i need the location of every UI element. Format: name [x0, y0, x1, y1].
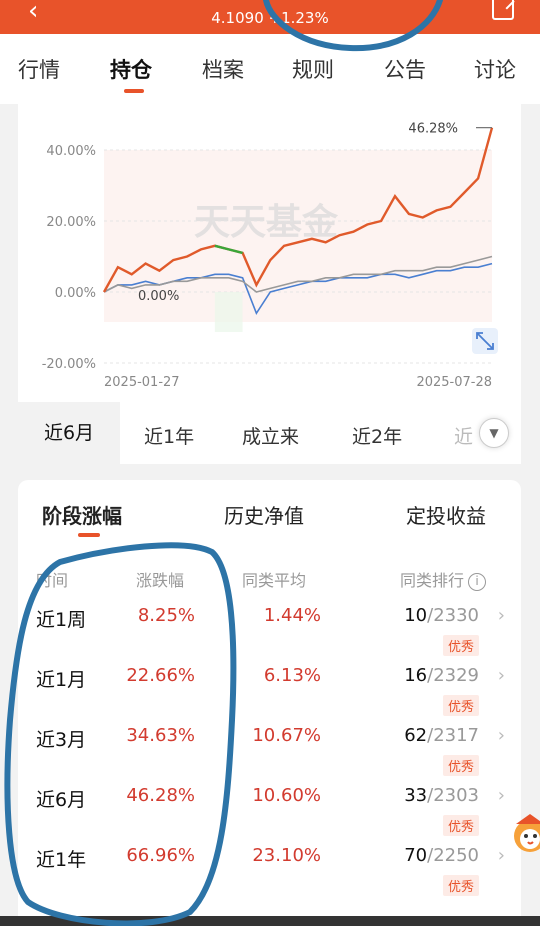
row-rank: 16/2329: [404, 665, 479, 686]
chevron-right-icon[interactable]: ›: [498, 605, 505, 626]
header-time: 时间: [36, 571, 69, 590]
row-rank: 70/2250: [404, 845, 479, 866]
row-rank: 62/2317: [404, 725, 479, 746]
rank-badge: 优秀: [442, 815, 479, 836]
mascot-icon[interactable]: [508, 806, 540, 858]
y-tick-label: 0.00%: [55, 286, 96, 301]
header-change: 涨跌幅: [136, 571, 185, 590]
row-avg: 23.10%: [252, 845, 321, 866]
tab-announcements[interactable]: 公告: [384, 54, 426, 84]
chart-svg: 天天基金 40.00% 20.00% 0.00% -20.00% 2025-01-27 20…: [42, 122, 498, 390]
expand-icon: [472, 328, 498, 354]
returns-tab-indicator: [78, 533, 100, 537]
header-category-avg: 同类平均: [242, 571, 307, 590]
period-more-cut[interactable]: 近: [454, 422, 473, 449]
rank-badge: 优秀: [442, 755, 479, 776]
row-change: 46.28%: [126, 785, 195, 806]
period-2y[interactable]: 近2年: [352, 422, 402, 449]
row-rank: 10/2330: [404, 605, 479, 626]
tab-market[interactable]: 行情: [18, 54, 60, 84]
tab-nav-history[interactable]: 历史净值: [224, 500, 304, 529]
rank-badge: 优秀: [442, 695, 479, 716]
row-change: 22.66%: [126, 665, 195, 686]
start-value-label: 0.00%: [138, 289, 179, 304]
row-avg: 1.44%: [263, 605, 321, 626]
chevron-right-icon[interactable]: ›: [498, 845, 505, 866]
x-tick-label: 2025-07-28: [416, 375, 492, 390]
period-since-inception[interactable]: 成立来: [242, 422, 299, 449]
rank-badge: 优秀: [442, 875, 479, 896]
chevron-down-icon[interactable]: ▼: [479, 418, 509, 448]
highlight-band: [214, 292, 243, 332]
chevron-right-icon[interactable]: ›: [498, 725, 505, 746]
row-change: 8.25%: [137, 605, 195, 626]
row-change: 34.63%: [126, 725, 195, 746]
share-icon[interactable]: [492, 0, 514, 20]
row-label: 近1周: [36, 609, 87, 631]
header-category-rank: 同类排行 i: [400, 567, 487, 591]
row-change: 66.96%: [126, 845, 195, 866]
returns-row[interactable]: 近6月 46.28% 10.60% 33/2303 › 优秀: [18, 785, 521, 845]
y-tick-label: 20.00%: [46, 215, 96, 230]
chevron-right-icon[interactable]: ›: [498, 785, 505, 806]
y-tick-label: -20.00%: [42, 357, 96, 372]
returns-card: 阶段涨幅 历史净值 定投收益 时间 涨跌幅 同类平均 同类排行 i 近1周 8.2…: [18, 480, 521, 926]
row-label: 近1年: [36, 849, 87, 871]
row-label: 近1月: [36, 669, 87, 691]
chart-watermark: 天天基金: [194, 201, 339, 243]
row-avg: 10.67%: [252, 725, 321, 746]
active-tab-indicator: [124, 89, 144, 93]
row-avg: 10.60%: [252, 785, 321, 806]
row-avg: 6.13%: [263, 665, 321, 686]
performance-chart[interactable]: 天天基金 40.00% 20.00% 0.00% -20.00% 2025-01-27 20…: [18, 104, 521, 402]
rank-badge: 优秀: [442, 635, 479, 656]
returns-row[interactable]: 近1月 22.66% 6.13% 16/2329 › 优秀: [18, 665, 521, 725]
main-tabs: 行情 持仓 档案 规则 公告 讨论: [0, 34, 540, 104]
chevron-right-icon[interactable]: ›: [498, 665, 505, 686]
x-tick-label: 2025-01-27: [104, 375, 180, 390]
period-1y[interactable]: 近1年: [144, 422, 194, 449]
top-header: ‹ 4.1090 +1.23%: [0, 0, 540, 34]
period-selector: 近6月 近1年 成立来 近2年 近 ▼: [18, 402, 521, 464]
row-rank: 33/2303: [404, 785, 479, 806]
tab-holdings[interactable]: 持仓: [110, 54, 152, 84]
row-label: 近6月: [36, 789, 87, 811]
y-tick-label: 40.00%: [46, 144, 96, 159]
info-icon[interactable]: i: [468, 573, 487, 591]
bottom-banner[interactable]: [0, 916, 540, 926]
row-label: 近3月: [36, 729, 87, 751]
tab-stage-returns[interactable]: 阶段涨幅: [42, 500, 122, 529]
period-6m[interactable]: 近6月: [18, 402, 120, 464]
returns-row[interactable]: 近3月 34.63% 10.67% 62/2317 › 优秀: [18, 725, 521, 785]
tab-discussion[interactable]: 讨论: [474, 54, 516, 84]
tab-profile[interactable]: 档案: [202, 54, 244, 84]
tab-rules[interactable]: 规则: [292, 54, 334, 84]
returns-row[interactable]: 近1年 66.96% 23.10% 70/2250 › 优秀: [18, 845, 521, 905]
returns-row[interactable]: 近1周 8.25% 1.44% 10/2330 › 优秀: [18, 605, 521, 665]
end-value-label: 46.28%: [408, 122, 458, 137]
tab-sip-returns[interactable]: 定投收益: [406, 500, 486, 529]
price-change-text: 4.1090 +1.23%: [211, 9, 329, 27]
